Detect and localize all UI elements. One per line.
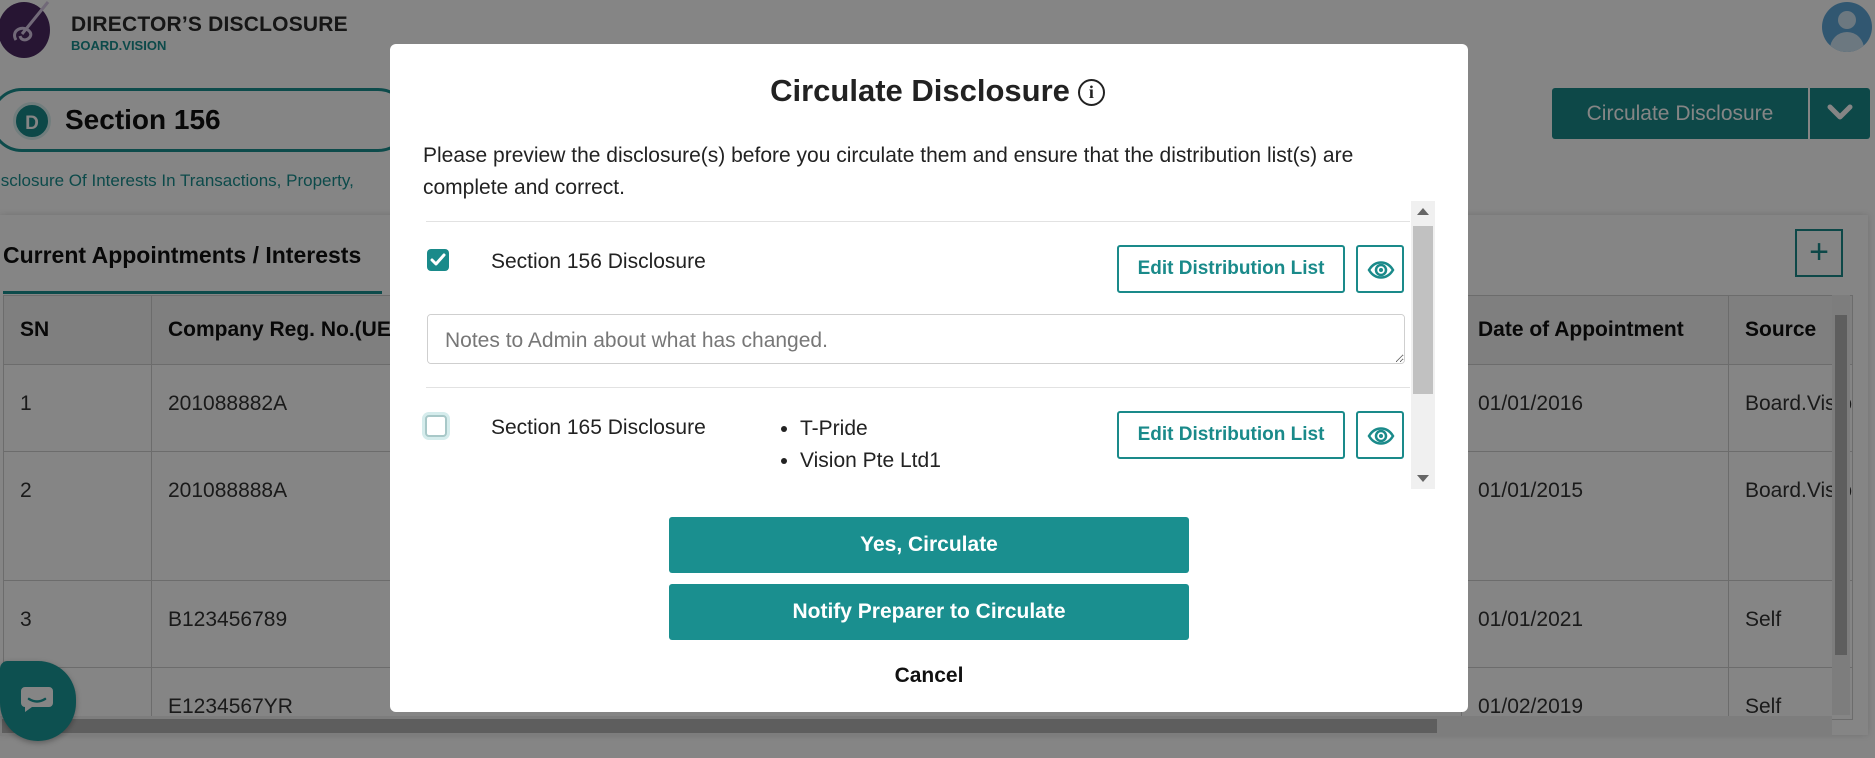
- preview-button[interactable]: [1356, 245, 1404, 293]
- edit-distribution-list-button[interactable]: Edit Distribution List: [1117, 411, 1345, 459]
- section-165-checkbox[interactable]: [425, 415, 447, 437]
- list-item: Vision Pte Ltd1: [800, 445, 941, 477]
- info-icon[interactable]: i: [1077, 79, 1105, 106]
- modal-title: Circulate Disclosure: [770, 73, 1070, 108]
- section-156-checkbox[interactable]: [427, 249, 449, 271]
- eye-icon: [1367, 427, 1395, 445]
- disclosure-list-scrollbar[interactable]: [1411, 201, 1435, 489]
- distribution-company-list: T-Pride Vision Pte Ltd1: [775, 413, 941, 477]
- edit-distribution-list-button[interactable]: Edit Distribution List: [1117, 245, 1345, 293]
- scroll-down-icon[interactable]: [1417, 475, 1429, 482]
- notify-preparer-button[interactable]: Notify Preparer to Circulate: [669, 584, 1189, 640]
- preview-button[interactable]: [1356, 411, 1404, 459]
- notes-to-admin-field[interactable]: [427, 314, 1405, 364]
- modal-intro-text: Please preview the disclosure(s) before …: [423, 144, 1354, 199]
- divider: [426, 221, 1410, 222]
- check-icon: [430, 253, 446, 266]
- section-165-label: Section 165 Disclosure: [491, 416, 706, 439]
- scrollbar-thumb[interactable]: [1413, 226, 1433, 394]
- yes-circulate-button[interactable]: Yes, Circulate: [669, 517, 1189, 573]
- list-item: T-Pride: [800, 413, 941, 445]
- cancel-button[interactable]: Cancel: [669, 664, 1189, 688]
- section-156-label: Section 156 Disclosure: [491, 250, 706, 273]
- modal-title-row: Circulate Disclosure i: [0, 73, 1875, 109]
- divider: [426, 387, 1410, 388]
- scroll-up-icon[interactable]: [1417, 208, 1429, 215]
- eye-icon: [1367, 261, 1395, 279]
